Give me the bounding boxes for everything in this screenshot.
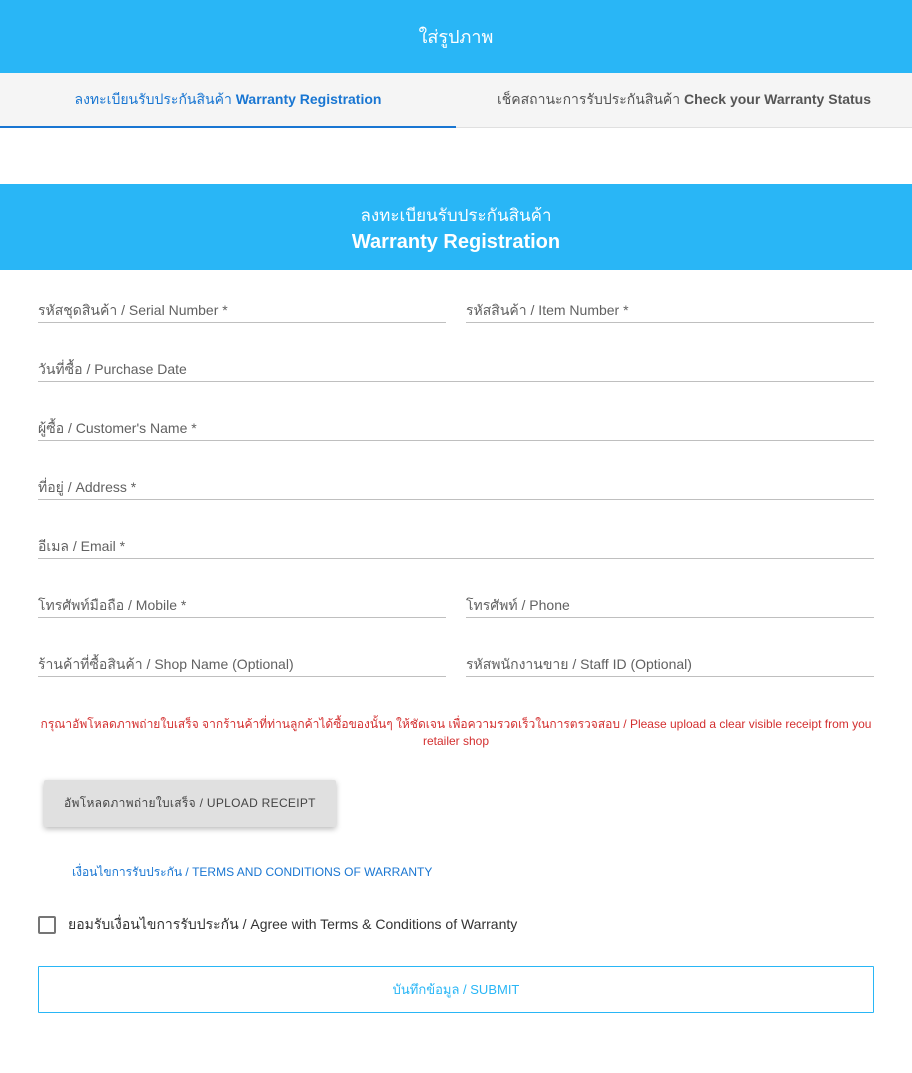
- card-header: ลงทะเบียนรับประกันสินค้า Warranty Regist…: [0, 184, 912, 270]
- tab-registration[interactable]: ลงทะเบียนรับประกันสินค้า Warranty Regist…: [0, 73, 456, 127]
- page-header: ใส่รูปภาพ: [0, 0, 912, 73]
- upload-notice: กรุณาอัพโหลดภาพถ่ายใบเสร็จ จากร้านค้าที่…: [38, 715, 874, 748]
- tab-registration-bold: Warranty Registration: [236, 91, 382, 107]
- card-title-th: ลงทะเบียนรับประกันสินค้า: [0, 202, 912, 229]
- phone-field-wrap: [466, 593, 874, 618]
- email-field-wrap: [38, 534, 874, 559]
- serial-field-wrap: [38, 298, 446, 323]
- card-title-en: Warranty Registration: [0, 231, 912, 254]
- customer-field-wrap: [38, 416, 874, 441]
- mobile-field-wrap: [38, 593, 446, 618]
- item-input[interactable]: [466, 298, 874, 323]
- mobile-input[interactable]: [38, 593, 446, 618]
- shop-input[interactable]: [38, 652, 446, 677]
- email-input[interactable]: [38, 534, 874, 559]
- shop-field-wrap: [38, 652, 446, 677]
- serial-input[interactable]: [38, 298, 446, 323]
- card-body: กรุณาอัพโหลดภาพถ่ายใบเสร็จ จากร้านค้าที่…: [0, 270, 912, 1033]
- agree-row: ยอมรับเงื่อนไขการรับประกัน / Agree with …: [38, 914, 874, 936]
- upload-wrap: อัพโหลดภาพถ่ายใบเสร็จ / UPLOAD RECEIPT: [44, 780, 874, 827]
- upload-receipt-button[interactable]: อัพโหลดภาพถ่ายใบเสร็จ / UPLOAD RECEIPT: [44, 780, 336, 827]
- registration-card: ลงทะเบียนรับประกันสินค้า Warranty Regist…: [0, 184, 912, 1033]
- tab-check-status[interactable]: เช็คสถานะการรับประกันสินค้า Check your W…: [456, 73, 912, 127]
- customer-input[interactable]: [38, 416, 874, 441]
- address-field-wrap: [38, 475, 874, 500]
- terms-link[interactable]: เงื่อนไขการรับประกัน / TERMS AND CONDITI…: [72, 863, 874, 882]
- submit-button[interactable]: บันทึกข้อมูล / SUBMIT: [38, 966, 874, 1013]
- tab-bar: ลงทะเบียนรับประกันสินค้า Warranty Regist…: [0, 73, 912, 128]
- staff-field-wrap: [466, 652, 874, 677]
- page-header-title: ใส่รูปภาพ: [419, 27, 494, 47]
- agree-checkbox[interactable]: [38, 916, 56, 934]
- spacer: [0, 128, 912, 184]
- purchase-date-field-wrap: [38, 357, 874, 382]
- tab-check-prefix: เช็คสถานะการรับประกันสินค้า: [497, 91, 684, 107]
- phone-input[interactable]: [466, 593, 874, 618]
- address-input[interactable]: [38, 475, 874, 500]
- tab-check-bold: Check your Warranty Status: [684, 91, 871, 107]
- tab-registration-prefix: ลงทะเบียนรับประกันสินค้า: [75, 91, 236, 107]
- staff-input[interactable]: [466, 652, 874, 677]
- item-field-wrap: [466, 298, 874, 323]
- purchase-date-input[interactable]: [38, 357, 874, 382]
- agree-label: ยอมรับเงื่อนไขการรับประกัน / Agree with …: [68, 914, 517, 936]
